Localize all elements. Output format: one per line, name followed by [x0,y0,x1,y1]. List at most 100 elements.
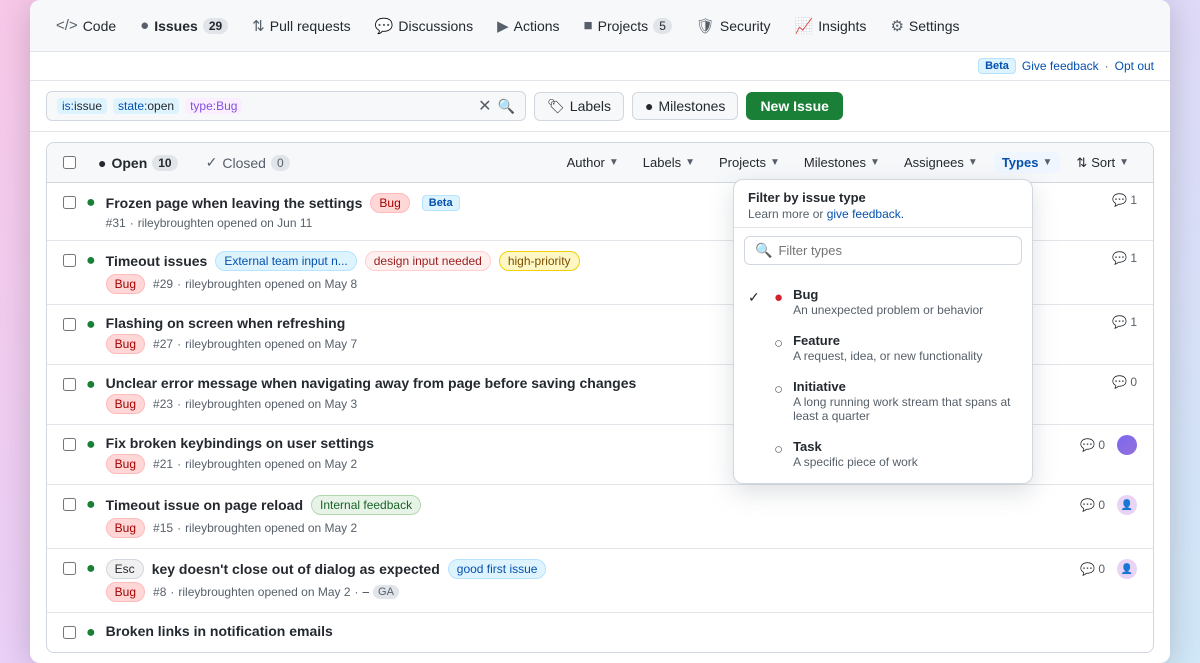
issue-actions: 💬 1 [1112,251,1137,265]
discussions-icon: 💬 [375,17,394,35]
issue-title[interactable]: Esc key doesn't close out of dialog as e… [106,559,1070,579]
label-bug[interactable]: Bug [106,274,145,294]
dropdown-item-bug[interactable]: ✓ ● Bug An unexpected problem or behavio… [734,279,1032,325]
search-tag-issue: issue [74,99,102,113]
nav-settings[interactable]: ⚙ Settings [880,11,969,41]
label-good-first-issue[interactable]: good first issue [448,559,547,579]
issue-meta: Bug #8 · rileybroughten opened on May 2 … [106,582,1070,602]
issue-checkbox[interactable] [63,378,76,391]
nav-pull-requests[interactable]: ⇅ Pull requests [242,11,361,41]
issue-open-icon: ● [86,194,96,212]
comment-action[interactable]: 💬 1 [1112,193,1137,207]
opt-out-link[interactable]: Opt out [1115,59,1154,73]
nav-discussions[interactable]: 💬 Discussions [365,11,483,41]
give-feedback-link[interactable]: Give feedback [1022,59,1099,73]
issue-actions: 💬 0 👤 [1080,495,1137,515]
label-bug[interactable]: Bug [106,334,145,354]
milestones-button[interactable]: ● Milestones [632,92,738,120]
label-bug[interactable]: Bug [106,582,145,602]
issue-checkbox[interactable] [63,626,76,639]
comment-action[interactable]: 💬 1 [1112,315,1137,329]
issue-number: #23 [153,397,173,411]
task-label: Task [793,439,918,454]
types-caret: ▼ [1042,157,1052,168]
issue-title[interactable]: Timeout issue on page reload Internal fe… [106,495,1070,515]
issue-row: ● Broken links in notification emails [47,613,1153,652]
nav-projects[interactable]: ■ Projects 5 [574,11,682,40]
label-bug[interactable]: Bug [106,518,145,538]
labels-filter-label: Labels [643,155,681,170]
issue-checkbox[interactable] [63,196,76,209]
closed-label: Closed [222,155,266,171]
issue-opened-by: rileybroughten opened on May 7 [185,337,357,351]
issues-count-badge: 29 [203,18,228,34]
issue-open-icon: ● [86,624,96,642]
task-type-icon: ○ [774,441,783,458]
milestones-filter[interactable]: Milestones ▼ [796,152,888,173]
label-design[interactable]: design input needed [365,251,491,271]
issue-actions: 💬 0 [1080,435,1137,455]
issue-checkbox[interactable] [63,318,76,331]
dropdown-header: Filter by issue type Learn more or give … [734,180,1032,228]
comment-action[interactable]: 💬 0 [1112,375,1137,389]
author-filter[interactable]: Author ▼ [559,152,627,173]
assignees-filter[interactable]: Assignees ▼ [896,152,986,173]
types-filter[interactable]: Types ▼ [994,152,1061,173]
projects-filter-label: Projects [719,155,766,170]
types-filter-label: Types [1002,155,1039,170]
issue-checkbox[interactable] [63,498,76,511]
issue-title[interactable]: Broken links in notification emails [106,623,1137,639]
issue-checkbox[interactable] [63,254,76,267]
label-bug[interactable]: Bug [106,454,145,474]
issue-title-text: Broken links in notification emails [106,623,333,639]
feature-description: A request, idea, or new functionality [793,349,982,363]
issue-actions: 💬 1 [1112,315,1137,329]
search-tag-type: type:Bug [185,98,242,114]
nav-projects-label: Projects [598,18,649,34]
label-internal-feedback[interactable]: Internal feedback [311,495,421,515]
projects-filter[interactable]: Projects ▼ [711,152,788,173]
dropdown-item-task[interactable]: ○ Task A specific piece of work [734,431,1032,477]
comment-action[interactable]: 💬 0 [1080,562,1105,576]
labels-button[interactable]: 🏷 Labels [534,92,624,121]
label-bug[interactable]: Bug [106,394,145,414]
nav-security[interactable]: 🛡 Security [686,11,781,41]
sub-header: is:issue state:open type:Bug ✕ 🔍 🏷 Label… [30,81,1170,132]
issue-checkbox[interactable] [63,562,76,575]
search-bar[interactable]: is:issue state:open type:Bug ✕ 🔍 [46,91,526,121]
nav-code[interactable]: </> Code [46,11,126,40]
nav-actions[interactable]: ▶ Actions [487,11,569,41]
new-issue-button[interactable]: New Issue [746,92,842,120]
issue-number: #15 [153,521,173,535]
dropdown-subtitle: Learn more or give feedback. [748,207,1018,221]
sort-filter[interactable]: ⇅ Sort ▼ [1068,152,1137,174]
issue-checkbox[interactable] [63,438,76,451]
nav-issues[interactable]: ● Issues 29 [130,11,238,40]
labels-filter[interactable]: Labels ▼ [635,152,703,173]
avatar: 👤 [1117,495,1137,515]
issue-row: ● Esc key doesn't close out of dialog as… [47,549,1153,613]
labels-caret: ▼ [685,157,695,168]
issue-content: Broken links in notification emails [106,623,1137,639]
dropdown-feedback-link[interactable]: give feedback. [827,207,904,221]
dropdown-search-input[interactable] [778,243,1011,258]
dropdown-search: 🔍 [744,236,1022,265]
tab-closed[interactable]: ✓ Closed 0 [200,151,296,174]
assignees-caret: ▼ [968,157,978,168]
search-clear-icon[interactable]: ✕ [478,96,491,116]
tab-open[interactable]: ● Open 10 [92,152,184,174]
label-bug[interactable]: Bug [370,193,409,213]
comment-action[interactable]: 💬 1 [1112,251,1137,265]
issue-number: #21 [153,457,173,471]
label-high-priority[interactable]: high-priority [499,251,580,271]
nav-insights[interactable]: 📈 Insights [785,11,877,41]
label-external[interactable]: External team input n... [215,251,356,271]
comment-action[interactable]: 💬 0 [1080,438,1105,452]
avatar [1117,435,1137,455]
comment-action[interactable]: 💬 0 [1080,498,1105,512]
dropdown-item-initiative[interactable]: ○ Initiative A long running work stream … [734,371,1032,431]
dropdown-item-feature[interactable]: ○ Feature A request, idea, or new functi… [734,325,1032,371]
select-all-checkbox[interactable] [63,156,76,169]
issue-title-text: key doesn't close out of dialog as expec… [152,561,440,577]
bug-type-icon: ● [774,289,783,306]
